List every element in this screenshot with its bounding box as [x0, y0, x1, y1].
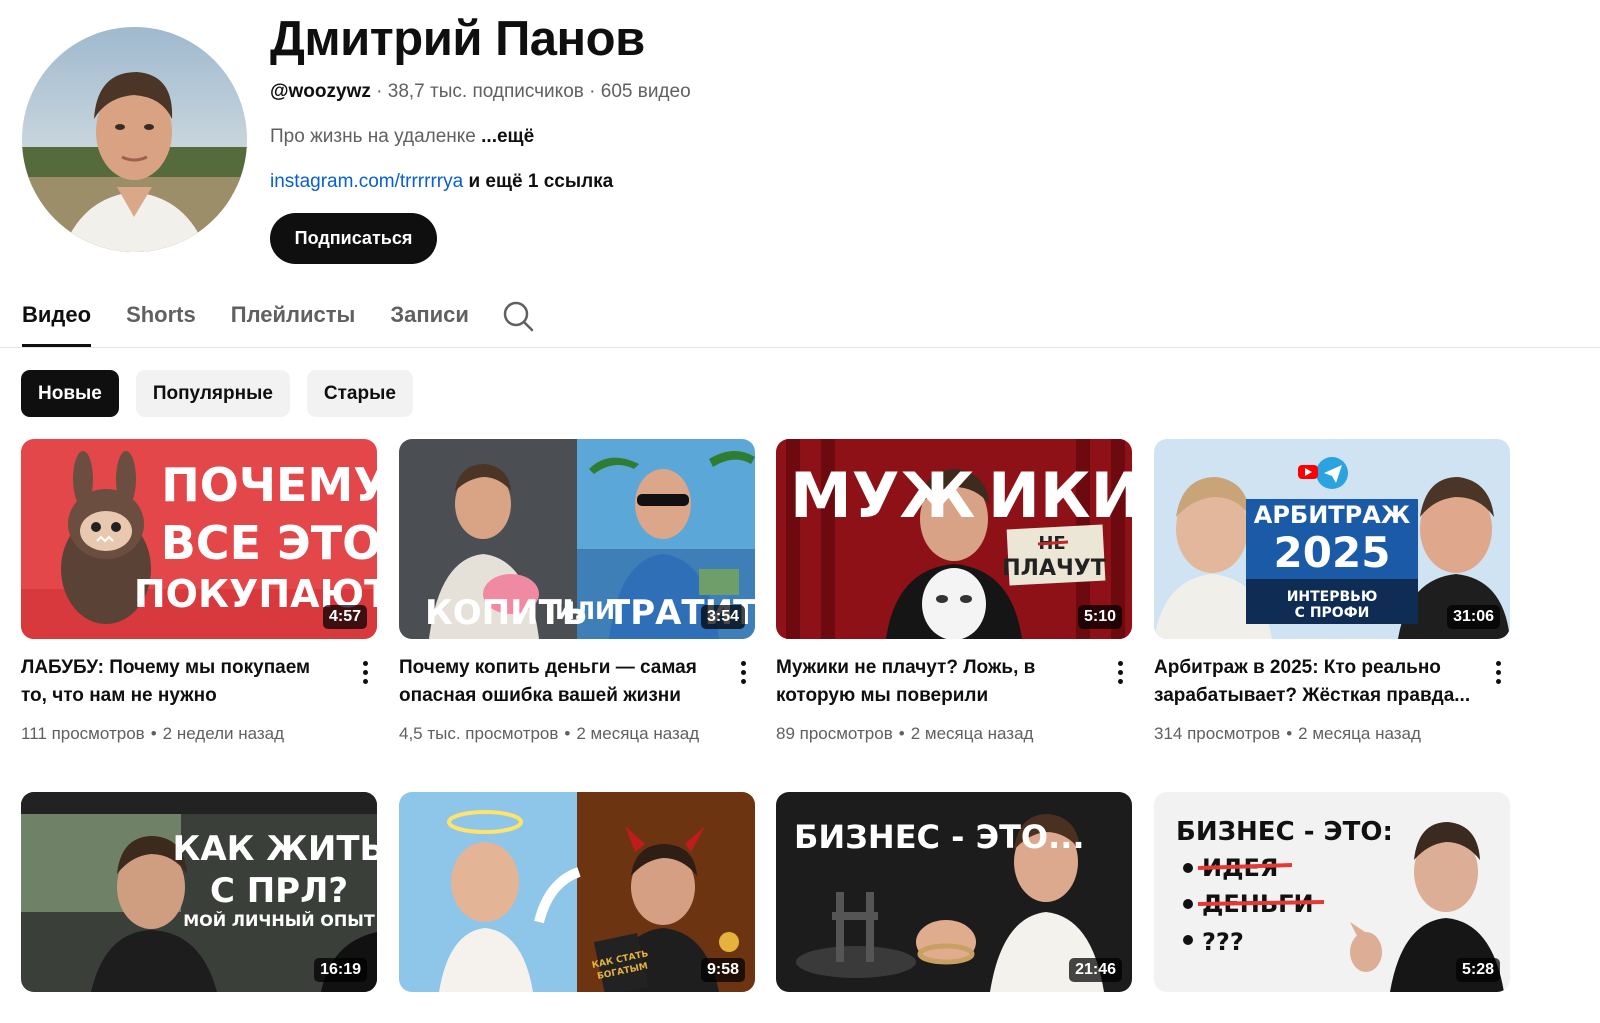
video-stats: 314 просмотров • 2 месяца назад	[1154, 724, 1421, 743]
channel-tabs: Видео Shorts Плейлисты Записи	[22, 296, 504, 348]
upload-age: 2 месяца назад	[910, 724, 1034, 743]
more-options-icon[interactable]	[733, 659, 753, 687]
thumb-text: С ПРЛ?	[210, 871, 348, 911]
video-thumbnail[interactable]: АРБИТРАЖ 2025 ИНТЕРВЬЮ С ПРОФИ 31:06	[1154, 439, 1510, 639]
thumb-text: ИКИ	[988, 459, 1132, 532]
thumb-text: БИЗНЕС - ЭТО:	[1176, 817, 1393, 847]
tab-posts[interactable]: Записи	[390, 296, 469, 347]
video-card[interactable]: БИЗНЕС - ЭТО: ИДЕЯ ДЕНЬГИ ??? 5:28	[1154, 792, 1510, 992]
channel-links: instagram.com/trrrrrrya и ещё 1 ссылка	[270, 170, 613, 194]
video-duration: 3:54	[700, 605, 745, 629]
video-duration: 16:19	[314, 958, 367, 982]
video-thumbnail[interactable]: БИЗНЕС - ЭТО... 21:46	[776, 792, 1132, 992]
more-options-icon[interactable]	[1110, 659, 1130, 687]
search-icon[interactable]	[502, 300, 534, 332]
thumb-text: ПОЧЕМУ	[161, 458, 377, 512]
view-count: 111 просмотров	[21, 724, 145, 743]
video-duration: 5:28	[1455, 958, 1500, 982]
upload-age: 2 месяца назад	[1298, 724, 1421, 743]
thumb-text: ПЛАЧУТ	[1002, 556, 1105, 581]
video-stats: 4,5 тыс. просмотров • 2 месяца назад	[399, 724, 700, 743]
video-card[interactable]: БИЗНЕС - ЭТО... 21:46	[776, 792, 1132, 992]
thumb-text: МОЙ ЛИЧНЫЙ ОПЫТ	[183, 911, 375, 930]
thumb-text: ВСЕ ЭТО	[161, 516, 377, 570]
view-count: 89 просмотров	[776, 724, 893, 743]
thumb-text: БИЗНЕС - ЭТО...	[794, 818, 1085, 856]
video-card[interactable]: МУЖ ИКИ НЕ ПЛАЧУТ 5:10 Мужики не плачут?…	[776, 439, 1132, 743]
tab-shorts[interactable]: Shorts	[126, 296, 196, 347]
channel-handle: @woozywz	[270, 81, 371, 102]
thumb-text: 2025	[1274, 528, 1391, 577]
chip-oldest[interactable]: Старые	[306, 370, 413, 417]
thumb-text: ???	[1202, 928, 1244, 956]
video-thumbnail[interactable]: КАК СТАТЬ БОГАТЫМ 9:58	[399, 792, 755, 992]
subscriber-count: 38,7 тыс. подписчиков	[387, 81, 584, 102]
video-count: 605 видео	[600, 81, 691, 102]
video-duration: 31:06	[1447, 605, 1500, 629]
video-thumbnail[interactable]: МУЖ ИКИ НЕ ПЛАЧУТ 5:10	[776, 439, 1132, 639]
video-card[interactable]: КАК СТАТЬ БОГАТЫМ 9:58	[399, 792, 755, 992]
video-thumbnail[interactable]: ПОЧЕМУ ВСЕ ЭТО ПОКУПАЮТ? 4:57	[21, 439, 377, 639]
video-duration: 21:46	[1069, 958, 1122, 982]
video-duration: 5:10	[1077, 605, 1122, 629]
tabs-divider	[0, 347, 1600, 348]
video-title[interactable]: Арбитраж в 2025: Кто реально зарабатывае…	[1154, 654, 1474, 710]
video-card[interactable]: КОПИТЬ ИЛИ ТРАТИТЬ 3:54 Почему копить де…	[399, 439, 755, 743]
chip-newest[interactable]: Новые	[21, 370, 119, 417]
video-title[interactable]: Почему копить деньги — самая опасная оши…	[399, 654, 719, 710]
video-card[interactable]: ПОЧЕМУ ВСЕ ЭТО ПОКУПАЮТ? 4:57 ЛАБУБУ: По…	[21, 439, 377, 743]
view-count: 4,5 тыс. просмотров	[399, 724, 559, 743]
channel-description[interactable]: Про жизнь на удаленке ...ещё	[270, 125, 534, 149]
video-title[interactable]: Мужики не плачут? Ложь, в которую мы пов…	[776, 654, 1096, 710]
description-text: Про жизнь на удаленке	[270, 126, 476, 147]
subscribe-button[interactable]: Подписаться	[270, 213, 437, 264]
meta-separator: ·	[376, 81, 388, 102]
thumb-text: КАК ЖИТЬ	[173, 829, 377, 869]
video-duration: 4:57	[322, 605, 367, 629]
video-duration: 9:58	[700, 958, 745, 982]
thumb-text: МУЖ	[790, 459, 975, 532]
video-thumbnail[interactable]: КАК ЖИТЬ С ПРЛ? МОЙ ЛИЧНЫЙ ОПЫТ 16:19	[21, 792, 377, 992]
meta-separator: ·	[589, 81, 601, 102]
video-title[interactable]: ЛАБУБУ: Почему мы покупаем то, что нам н…	[21, 654, 341, 710]
upload-age: 2 месяца назад	[576, 724, 700, 743]
video-thumbnail[interactable]: БИЗНЕС - ЭТО: ИДЕЯ ДЕНЬГИ ??? 5:28	[1154, 792, 1510, 992]
channel-meta: @woozywz · 38,7 тыс. подписчиков · 605 в…	[270, 80, 691, 104]
video-stats: 111 просмотров • 2 недели назад	[21, 724, 285, 743]
tab-playlists[interactable]: Плейлисты	[231, 296, 356, 347]
more-links-button[interactable]: и ещё 1 ссылка	[468, 171, 613, 192]
channel-avatar	[22, 27, 247, 252]
video-card[interactable]: АРБИТРАЖ 2025 ИНТЕРВЬЮ С ПРОФИ 31:06 Арб…	[1154, 439, 1510, 743]
sort-chips: Новые Популярные Старые	[21, 370, 430, 417]
channel-name: Дмитрий Панов	[270, 12, 645, 66]
description-more-link[interactable]: ...ещё	[481, 126, 534, 147]
video-card[interactable]: КАК ЖИТЬ С ПРЛ? МОЙ ЛИЧНЫЙ ОПЫТ 16:19	[21, 792, 377, 992]
more-options-icon[interactable]	[355, 659, 375, 687]
more-options-icon[interactable]	[1488, 659, 1508, 687]
thumb-text: С ПРОФИ	[1295, 605, 1370, 621]
chip-popular[interactable]: Популярные	[135, 370, 290, 417]
thumb-text: ИНТЕРВЬЮ	[1287, 589, 1378, 605]
video-stats: 89 просмотров • 2 месяца назад	[776, 724, 1034, 743]
upload-age: 2 недели назад	[162, 724, 285, 743]
view-count: 314 просмотров	[1154, 724, 1281, 743]
tab-videos[interactable]: Видео	[22, 296, 92, 347]
thumb-text: АРБИТРАЖ	[1254, 501, 1411, 529]
video-thumbnail[interactable]: КОПИТЬ ИЛИ ТРАТИТЬ 3:54	[399, 439, 755, 639]
instagram-link[interactable]: instagram.com/trrrrrrya	[270, 171, 463, 192]
